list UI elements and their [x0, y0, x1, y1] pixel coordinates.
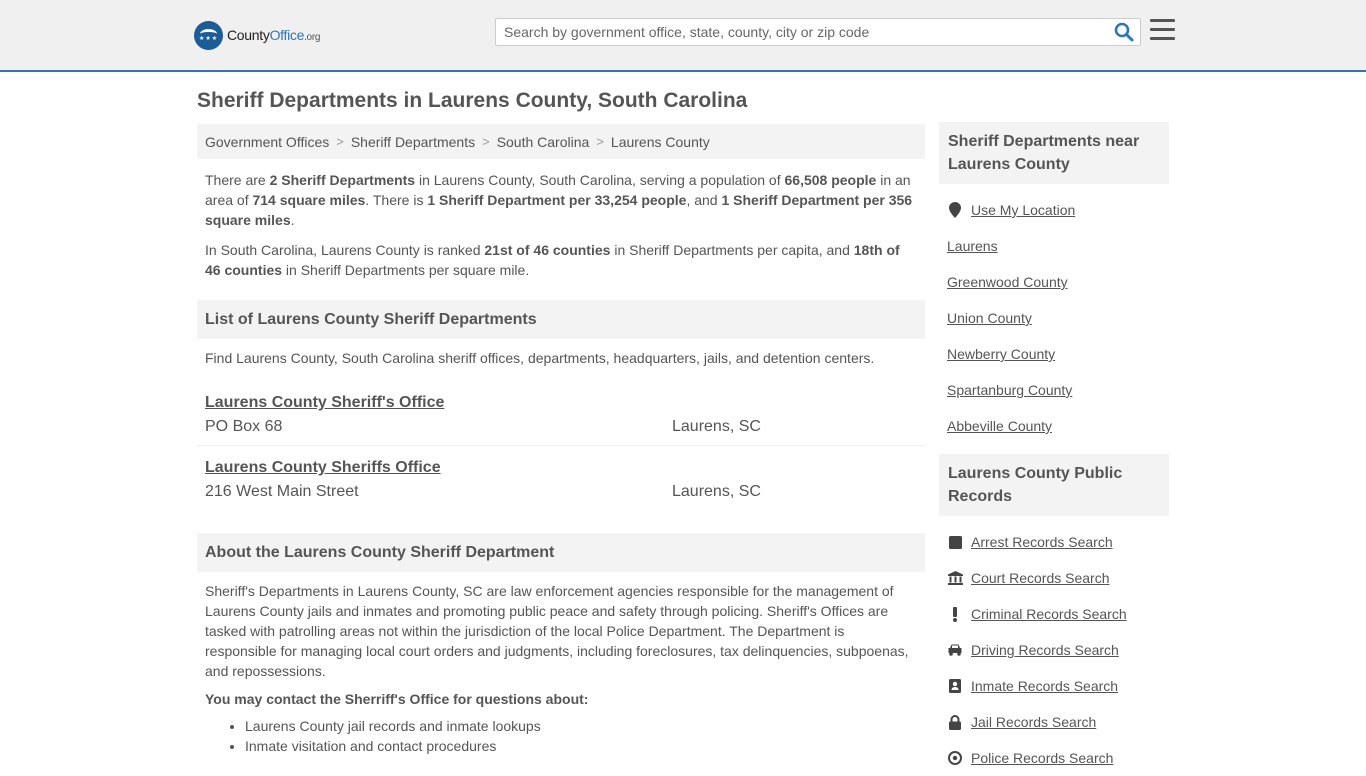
records-link[interactable]: Criminal Records Search [971, 606, 1127, 622]
department-city: Laurens, SC [672, 418, 761, 435]
department-list: Laurens County Sheriff's Office PO Box 6… [197, 381, 925, 511]
courthouse-icon [947, 570, 963, 586]
nearby-heading: Sheriff Departments near Laurens County [939, 122, 1169, 184]
records-heading: Laurens County Public Records [939, 454, 1169, 516]
nearby-link[interactable]: Union County [947, 310, 1032, 326]
logo-text: CountyOffice.org [227, 27, 321, 43]
sidebar-item-spartanburg: Spartanburg County [947, 372, 1161, 408]
nearby-link[interactable]: Abbeville County [947, 418, 1052, 434]
list-section-description: Find Laurens County, South Carolina sher… [205, 350, 875, 366]
hamburger-icon [1150, 19, 1175, 22]
department-city: Laurens, SC [672, 483, 761, 500]
police-badge-icon [947, 750, 963, 766]
list-item: Inmate visitation and contact procedures [245, 736, 925, 756]
search-icon [1114, 22, 1134, 42]
department-address: PO Box 68 [205, 418, 283, 435]
map-marker-icon [947, 202, 963, 218]
use-my-location-item: Use My Location [947, 192, 1161, 228]
chevron-right-icon: > [596, 134, 604, 149]
sidebar-item-arrest: Arrest Records Search [947, 524, 1161, 560]
nearby-link[interactable]: Newberry County [947, 346, 1055, 362]
breadcrumb-south-carolina[interactable]: South Carolina [497, 134, 590, 150]
intro-paragraph-2: In South Carolina, Laurens County is ran… [205, 242, 900, 278]
sidebar-item-jail: Jail Records Search [947, 704, 1161, 740]
department-link[interactable]: Laurens County Sheriffs Office [205, 459, 441, 477]
records-link[interactable]: Court Records Search [971, 570, 1110, 586]
highlight-text: 2 Sheriff Departments [269, 172, 416, 188]
sidebar-item-newberry: Newberry County [947, 336, 1161, 372]
square-icon [947, 534, 963, 550]
use-my-location-link[interactable]: Use My Location [971, 202, 1075, 218]
sidebar-item-greenwood: Greenwood County [947, 264, 1161, 300]
menu-button[interactable] [1150, 19, 1175, 41]
lock-icon [947, 714, 963, 730]
sidebar: Sheriff Departments near Laurens County … [939, 122, 1169, 776]
breadcrumb-sheriff-departments[interactable]: Sheriff Departments [351, 134, 475, 150]
records-link[interactable]: Inmate Records Search [971, 678, 1118, 694]
id-badge-icon [947, 678, 963, 694]
records-list: Arrest Records Search Court Records Sear… [939, 516, 1169, 776]
nearby-link[interactable]: Greenwood County [947, 274, 1068, 290]
list-item: Laurens County jail records and inmate l… [245, 716, 925, 736]
contact-heading: You may contact the Sherriff's Office fo… [205, 691, 589, 707]
sidebar-item-court: Court Records Search [947, 560, 1161, 596]
car-icon [947, 642, 963, 658]
nearby-list: Use My Location Laurens Greenwood County… [939, 184, 1169, 444]
search-input[interactable] [496, 19, 1096, 45]
breadcrumb-laurens-county[interactable]: Laurens County [611, 134, 710, 150]
main-content: Government Offices > Sheriff Departments… [197, 124, 925, 756]
exclamation-icon [947, 606, 963, 622]
sidebar-item-laurens: Laurens [947, 228, 1161, 264]
contact-list: Laurens County jail records and inmate l… [197, 716, 925, 756]
about-section-heading: About the Laurens County Sheriff Departm… [197, 533, 925, 572]
search-button[interactable] [1114, 22, 1134, 42]
department-address: 216 West Main Street [205, 483, 359, 500]
chevron-right-icon: > [336, 134, 344, 149]
breadcrumb: Government Offices > Sheriff Departments… [197, 124, 925, 159]
sidebar-item-abbeville: Abbeville County [947, 408, 1161, 444]
site-logo[interactable]: CountyOffice.org [194, 20, 320, 50]
highlight-text: 714 square miles [252, 192, 366, 208]
highlight-text: 1 Sheriff Department per 33,254 people [427, 192, 687, 208]
highlight-text: 21st of 46 counties [484, 242, 611, 258]
about-paragraph: Sheriff's Departments in Laurens County,… [205, 583, 909, 679]
sidebar-item-driving: Driving Records Search [947, 632, 1161, 668]
search-box [495, 18, 1141, 46]
logo-eagle-icon [194, 20, 223, 50]
records-link[interactable]: Arrest Records Search [971, 534, 1113, 550]
highlight-text: 66,508 people [784, 172, 877, 188]
intro-paragraph-1: There are 2 Sheriff Departments in Laure… [205, 172, 913, 228]
nearby-link[interactable]: Spartanburg County [947, 382, 1072, 398]
top-bar: CountyOffice.org [0, 0, 1366, 72]
sidebar-item-union: Union County [947, 300, 1161, 336]
sidebar-item-police: Police Records Search [947, 740, 1161, 776]
list-section-heading: List of Laurens County Sheriff Departmen… [197, 300, 925, 339]
breadcrumb-government-offices[interactable]: Government Offices [205, 134, 329, 150]
records-link[interactable]: Jail Records Search [971, 714, 1096, 730]
page-title: Sheriff Departments in Laurens County, S… [197, 89, 748, 112]
chevron-right-icon: > [482, 134, 490, 149]
sidebar-item-criminal: Criminal Records Search [947, 596, 1161, 632]
department-link[interactable]: Laurens County Sheriff's Office [205, 394, 444, 412]
list-item: Laurens County Sheriffs Office 216 West … [197, 446, 925, 511]
sidebar-item-inmate: Inmate Records Search [947, 668, 1161, 704]
list-item: Laurens County Sheriff's Office PO Box 6… [197, 381, 925, 446]
records-link[interactable]: Police Records Search [971, 750, 1113, 766]
records-link[interactable]: Driving Records Search [971, 642, 1119, 658]
nearby-link[interactable]: Laurens [947, 238, 998, 254]
